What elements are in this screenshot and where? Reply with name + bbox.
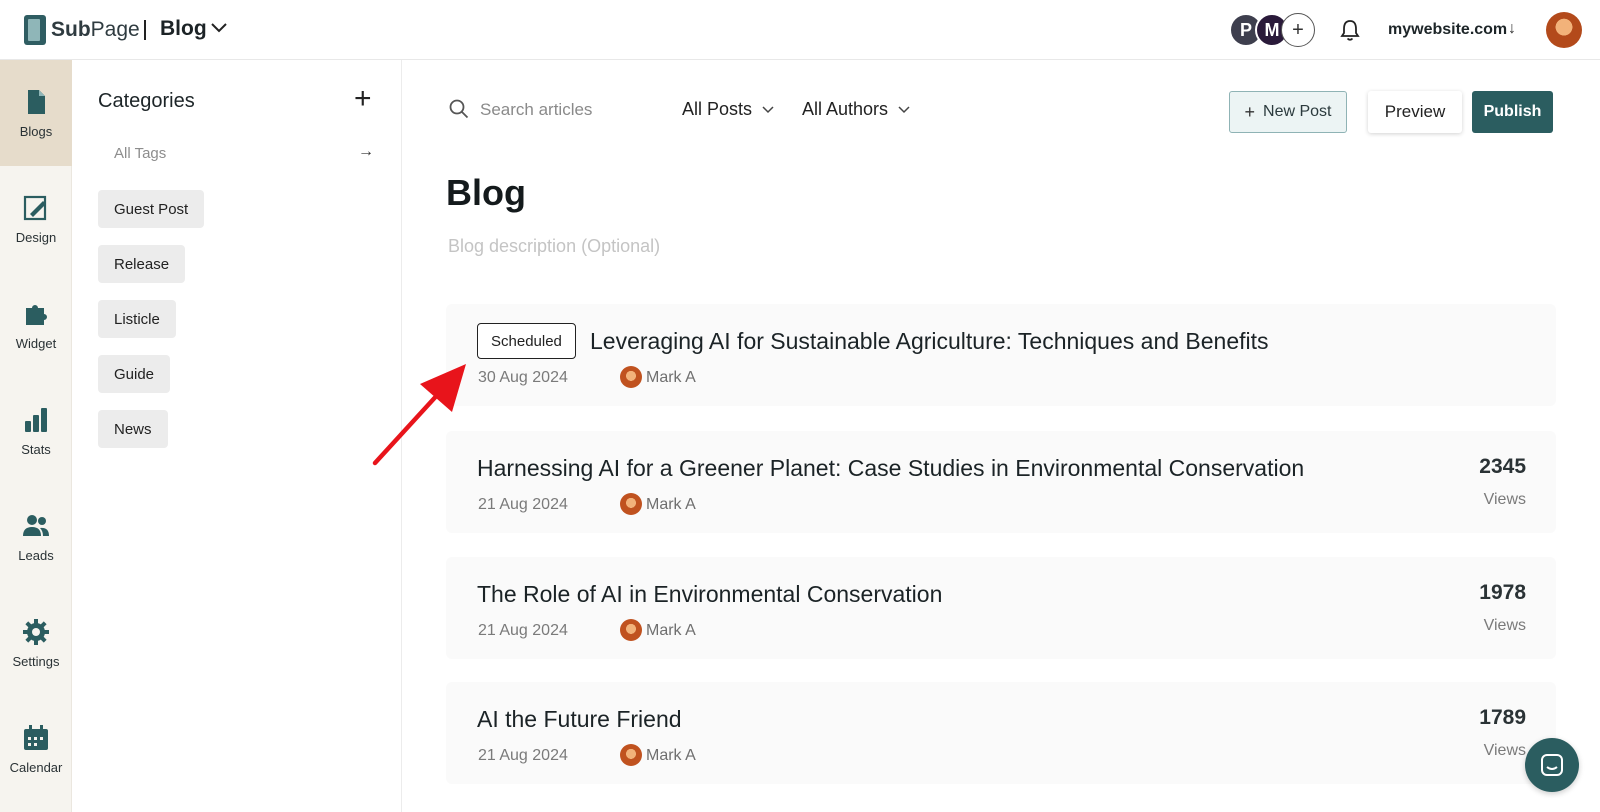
preview-button[interactable]: Preview xyxy=(1368,91,1462,133)
user-avatar[interactable] xyxy=(1546,12,1582,48)
new-post-button[interactable]: + New Post xyxy=(1229,91,1347,133)
author-avatar xyxy=(620,619,642,641)
chat-icon xyxy=(1541,754,1563,776)
bell-icon[interactable] xyxy=(1339,18,1361,42)
post-author: Mark A xyxy=(646,369,696,386)
rail-item-design[interactable]: Design xyxy=(0,166,72,272)
arrow-down-icon[interactable]: ↓ xyxy=(1508,20,1516,38)
rail-label: Design xyxy=(15,229,57,245)
rail-label: Widget xyxy=(15,335,57,351)
bar-chart-icon xyxy=(25,407,47,432)
tag-guide[interactable]: Guide xyxy=(98,355,171,393)
rail-label: Settings xyxy=(12,653,60,669)
rail-item-leads[interactable]: Leads xyxy=(0,484,72,590)
post-date: 30 Aug 2024 xyxy=(478,369,568,386)
design-icon xyxy=(23,195,47,220)
author-avatar xyxy=(620,493,642,515)
posts-filter-dropdown[interactable]: All Posts xyxy=(682,99,774,120)
categories-title: Categories xyxy=(98,90,195,112)
posts-filter-label: All Posts xyxy=(682,99,753,119)
views-label: Views xyxy=(1483,742,1526,759)
post-title[interactable]: AI the Future Friend xyxy=(477,706,682,733)
post-title[interactable]: Leveraging AI for Sustainable Agricultur… xyxy=(590,328,1269,355)
rail-item-blogs[interactable]: Blogs xyxy=(0,60,72,166)
post-title[interactable]: The Role of AI in Environmental Conserva… xyxy=(477,581,942,608)
left-rail: Blogs Design Widget Stats Leads Settings… xyxy=(0,60,72,812)
chevron-down-icon[interactable] xyxy=(210,22,228,34)
views-label: Views xyxy=(1483,491,1526,508)
puzzle-icon xyxy=(26,304,47,325)
domain-selector[interactable]: mywebsite.com xyxy=(1388,21,1507,39)
tag-guest-post[interactable]: Guest Post xyxy=(98,190,205,228)
annotation-arrow-icon xyxy=(372,364,466,466)
chevron-down-icon xyxy=(898,105,910,113)
rail-label: Blogs xyxy=(19,123,53,139)
header-divider xyxy=(144,20,146,40)
categories-panel: Categories + All Tags → Guest Post Relea… xyxy=(72,60,402,812)
gear-icon xyxy=(23,618,49,645)
top-bar: SubPage Blog P M + mywebsite.com ↓ xyxy=(0,0,1600,60)
site-title[interactable]: Blog xyxy=(160,17,207,41)
calendar-icon xyxy=(24,724,48,750)
post-card[interactable]: AI the Future Friend 21 Aug 2024 Mark A … xyxy=(446,682,1556,784)
rail-item-settings[interactable]: Settings xyxy=(0,590,72,696)
publish-button[interactable]: Publish xyxy=(1472,91,1553,133)
authors-filter-dropdown[interactable]: All Authors xyxy=(802,99,910,120)
post-card[interactable]: Scheduled Leveraging AI for Sustainable … xyxy=(446,304,1556,406)
rail-label: Stats xyxy=(21,441,51,457)
rail-item-widget[interactable]: Widget xyxy=(0,272,72,378)
collaborator-avatars: P M + xyxy=(1229,13,1315,47)
post-card[interactable]: The Role of AI in Environmental Conserva… xyxy=(446,557,1556,659)
new-post-label: New Post xyxy=(1263,103,1332,120)
add-category-button[interactable]: + xyxy=(354,84,372,114)
search-input[interactable] xyxy=(480,97,650,123)
chevron-down-icon xyxy=(762,105,774,113)
logo-icon xyxy=(24,15,46,45)
views-count: 2345 xyxy=(1479,455,1526,478)
logo-text: SubPage xyxy=(51,18,140,41)
page-title[interactable]: Blog xyxy=(446,172,526,214)
document-icon xyxy=(28,89,45,114)
status-badge: Scheduled xyxy=(477,323,576,359)
tag-listicle[interactable]: Listicle xyxy=(98,300,176,338)
post-date: 21 Aug 2024 xyxy=(478,622,568,639)
post-author: Mark A xyxy=(646,747,696,764)
rail-label: Calendar xyxy=(9,759,63,775)
chat-button[interactable] xyxy=(1525,738,1579,792)
author-avatar xyxy=(620,744,642,766)
users-icon xyxy=(23,514,49,536)
all-tags-link[interactable]: All Tags xyxy=(114,145,166,162)
tag-release[interactable]: Release xyxy=(98,245,186,283)
author-avatar xyxy=(620,366,642,388)
post-date: 21 Aug 2024 xyxy=(478,496,568,513)
authors-filter-label: All Authors xyxy=(802,99,889,119)
blog-description-field[interactable]: Blog description (Optional) xyxy=(448,236,660,257)
add-collaborator-button[interactable]: + xyxy=(1281,13,1315,47)
post-date: 21 Aug 2024 xyxy=(478,747,568,764)
search-icon xyxy=(449,99,469,119)
post-title[interactable]: Harnessing AI for a Greener Planet: Case… xyxy=(477,455,1304,482)
views-label: Views xyxy=(1483,617,1526,634)
views-count: 1978 xyxy=(1479,581,1526,604)
views-count: 1789 xyxy=(1479,706,1526,729)
post-card[interactable]: Harnessing AI for a Greener Planet: Case… xyxy=(446,431,1556,533)
plus-icon: + xyxy=(1244,101,1256,122)
post-author: Mark A xyxy=(646,622,696,639)
tag-news[interactable]: News xyxy=(98,410,168,448)
rail-item-calendar[interactable]: Calendar xyxy=(0,696,72,802)
arrow-right-icon[interactable]: → xyxy=(358,143,374,161)
post-author: Mark A xyxy=(646,496,696,513)
rail-item-stats[interactable]: Stats xyxy=(0,378,72,484)
subpage-logo[interactable]: SubPage xyxy=(24,15,140,45)
rail-label: Leads xyxy=(18,547,54,563)
